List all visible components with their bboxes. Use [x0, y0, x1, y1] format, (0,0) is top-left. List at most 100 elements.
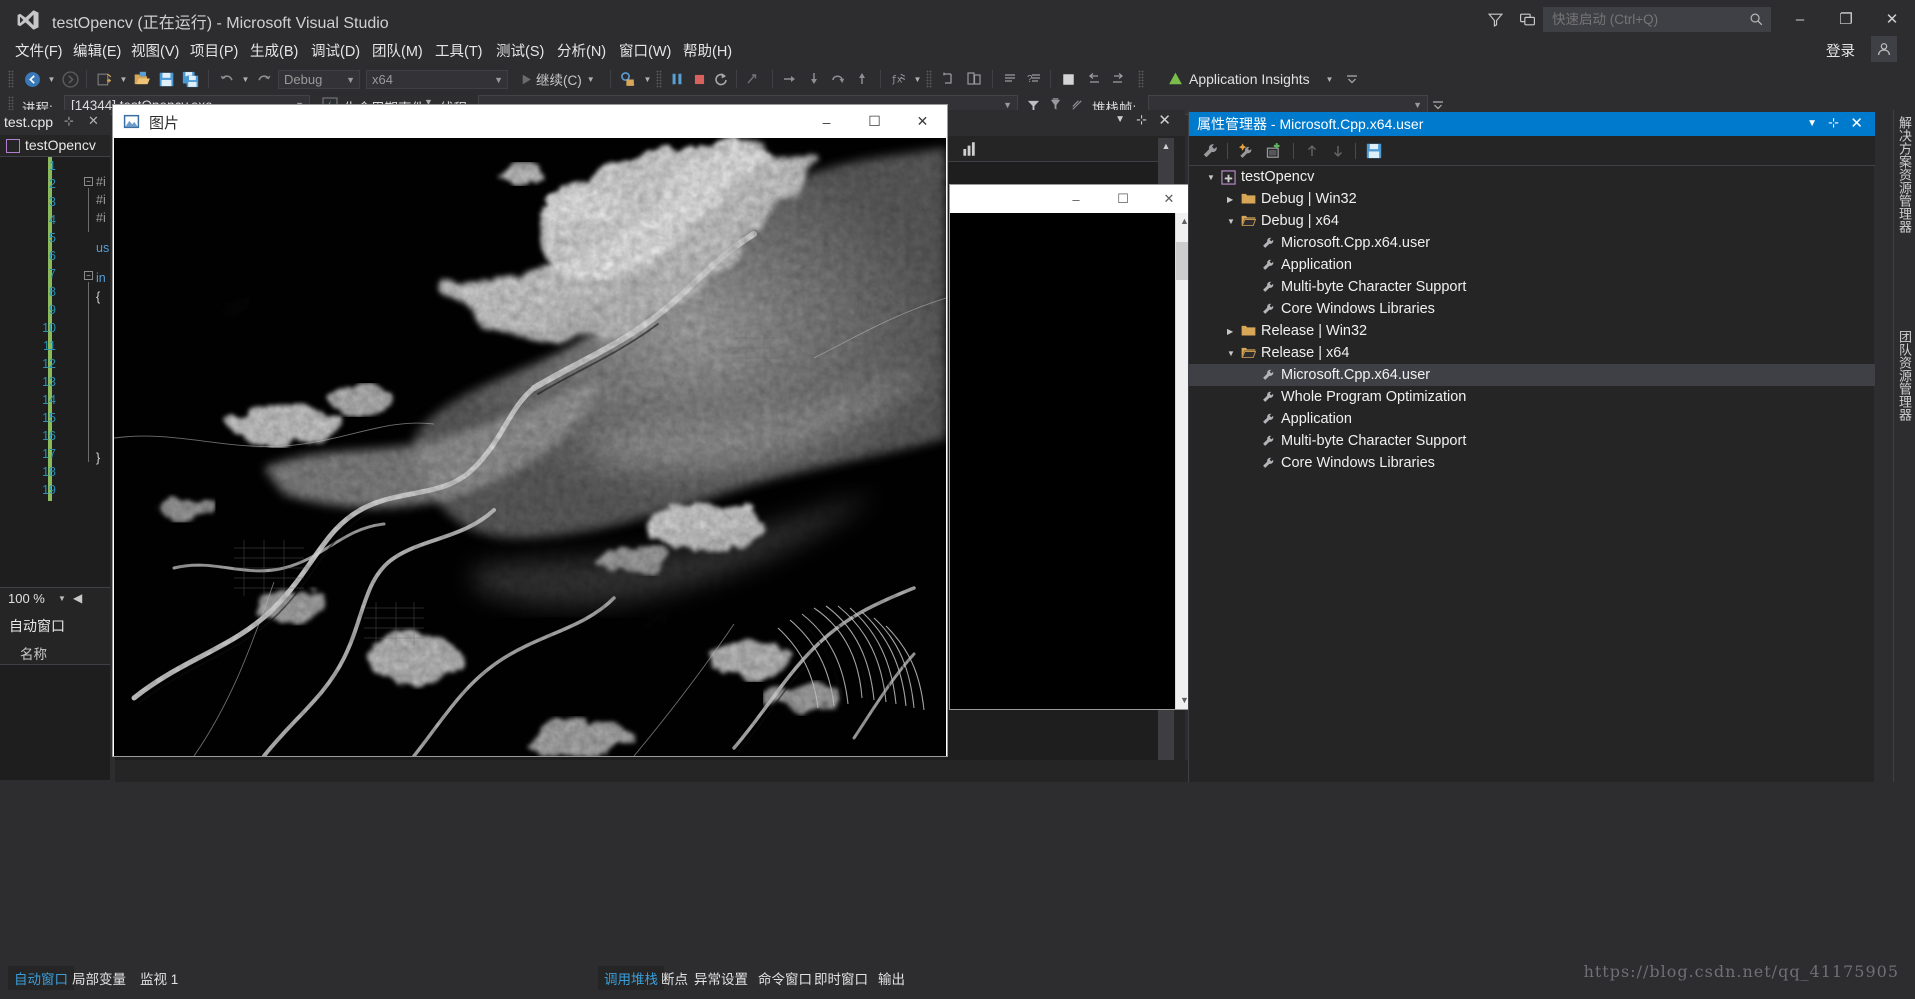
comment-icon[interactable]: [998, 69, 1022, 89]
undo-dropdown[interactable]: ▼: [238, 69, 250, 89]
chevron-right-icon[interactable]: ▶: [1227, 195, 1233, 204]
hex-dropdown[interactable]: ▼: [910, 69, 922, 89]
bottom-tab-right-6[interactable]: 输出: [878, 968, 905, 992]
restart-icon[interactable]: [710, 69, 732, 89]
bottom-tab-right-5[interactable]: 即时窗口: [814, 968, 868, 992]
property-manager-tree[interactable]: ▼ testOpencv ▶ Debug | Win32 ▼ Debug | x64 Mic…: [1189, 166, 1875, 782]
tree-item[interactable]: ▼ Release | x64: [1189, 342, 1875, 364]
console-maximize-button[interactable]: ☐: [1100, 185, 1146, 213]
quick-launch-box[interactable]: [1543, 6, 1771, 32]
navigate-back-dropdown[interactable]: ▼: [44, 69, 56, 89]
tree-item[interactable]: Microsoft.Cpp.x64.user: [1189, 232, 1875, 254]
add-new-project-property-sheet-icon[interactable]: [1263, 141, 1285, 161]
code-text-area[interactable]: − − #i #i #i us in { } 1 2 3 4 5 6 7 8 9 10 11 12 13…: [0, 157, 110, 587]
console-minimize-button[interactable]: –: [1053, 185, 1099, 213]
menu-5[interactable]: 生成(B): [243, 40, 305, 64]
chevron-down-icon[interactable]: ▼: [1227, 217, 1235, 226]
sign-in-link[interactable]: 登录: [1826, 40, 1855, 61]
restore-button[interactable]: ❐: [1823, 0, 1869, 38]
tree-item[interactable]: ▶ Debug | Win32: [1189, 188, 1875, 210]
bookmark-icon[interactable]: [1056, 69, 1080, 89]
tree-item[interactable]: Microsoft.Cpp.x64.user: [1189, 364, 1875, 386]
show-next-statement-icon[interactable]: [742, 69, 766, 89]
bottom-tab-right-4[interactable]: 命令窗口: [758, 968, 812, 992]
autohide-tab-solution-explorer[interactable]: 解决方案资源管理器: [1896, 116, 1914, 233]
bottom-tab-right-1[interactable]: 调用堆栈: [598, 966, 664, 990]
tree-item[interactable]: Multi-byte Character Support: [1189, 430, 1875, 452]
menu-12[interactable]: 帮助(H): [676, 40, 739, 64]
image-minimize-button[interactable]: –: [803, 105, 850, 138]
bottom-tab-right-3[interactable]: 异常设置: [694, 968, 748, 992]
close-icon[interactable]: ✕: [1158, 111, 1171, 129]
properties-icon[interactable]: [1199, 141, 1221, 161]
toolbar-overflow-icon[interactable]: [1345, 69, 1359, 89]
menu-9[interactable]: 测试(S): [489, 40, 551, 64]
continue-button[interactable]: 继续(C) ▼: [536, 69, 595, 89]
step-out-icon[interactable]: [826, 69, 850, 89]
outline-collapse-icon[interactable]: −: [84, 271, 93, 280]
attach-dropdown[interactable]: ▼: [640, 69, 652, 89]
image-close-button[interactable]: ✕: [899, 105, 946, 138]
undo-icon[interactable]: [214, 69, 238, 89]
scroll-left-icon[interactable]: ◀: [73, 591, 82, 605]
menu-3[interactable]: 视图(V): [124, 40, 186, 64]
chevron-down-icon[interactable]: ▼: [58, 594, 66, 603]
redo-icon[interactable]: [252, 69, 276, 89]
pause-icon[interactable]: [666, 69, 688, 89]
step-over-icon[interactable]: [802, 69, 826, 89]
chevron-down-icon[interactable]: ▼: [1207, 173, 1215, 182]
outline-collapse-icon[interactable]: −: [84, 177, 93, 186]
scroll-up-icon[interactable]: ▲: [1158, 138, 1174, 154]
new-project-dropdown[interactable]: ▼: [116, 69, 128, 89]
tree-item[interactable]: Whole Program Optimization: [1189, 386, 1875, 408]
minimize-button[interactable]: –: [1777, 0, 1823, 38]
add-property-sheet-icon[interactable]: [1235, 141, 1257, 161]
menu-2[interactable]: 编辑(E): [66, 40, 128, 64]
navigate-forward-icon[interactable]: [58, 69, 82, 89]
tree-item[interactable]: ▶ Release | Win32: [1189, 320, 1875, 342]
pin-icon[interactable]: ⊹: [1136, 112, 1147, 128]
uncomment-icon[interactable]: ?: [1022, 69, 1046, 89]
feedback-icon[interactable]: [1479, 0, 1511, 38]
zoom-level-value[interactable]: 100 %: [8, 591, 45, 606]
play-icon[interactable]: [516, 69, 536, 89]
solution-platforms[interactable]: x64 ▼: [366, 70, 508, 89]
application-insights-icon[interactable]: [1164, 69, 1186, 89]
close-icon[interactable]: ✕: [1850, 114, 1863, 132]
move-up-icon[interactable]: [1301, 141, 1323, 161]
chevron-right-icon[interactable]: ▶: [1227, 327, 1233, 336]
navigate-back-icon[interactable]: [20, 69, 44, 89]
menu-11[interactable]: 窗口(W): [612, 40, 678, 64]
menu-1[interactable]: 文件(F): [8, 40, 70, 64]
navbar-project-label[interactable]: testOpencv: [25, 137, 96, 153]
tree-item[interactable]: Application: [1189, 254, 1875, 276]
close-icon[interactable]: ✕: [88, 113, 99, 129]
save-icon[interactable]: [154, 69, 178, 89]
bottom-tab-left-1[interactable]: 自动窗口: [8, 966, 74, 990]
stop-icon[interactable]: [688, 69, 710, 89]
menu-7[interactable]: 团队(M): [365, 40, 430, 64]
memory-view-icon[interactable]: [960, 140, 978, 163]
hex-display-icon[interactable]: ƒx: [886, 69, 910, 89]
call-stack-icon[interactable]: [962, 69, 986, 89]
next-bookmark-icon[interactable]: [1106, 69, 1130, 89]
chevron-down-icon[interactable]: ▼: [494, 75, 503, 85]
tree-item[interactable]: ▼ testOpencv: [1189, 166, 1875, 188]
save-icon[interactable]: [1363, 141, 1385, 161]
save-all-icon[interactable]: [178, 69, 202, 89]
chevron-down-icon[interactable]: ▼: [1413, 100, 1422, 110]
image-window-title-bar[interactable]: 图片 – ☐ ✕: [113, 105, 947, 138]
bottom-tab-right-2[interactable]: 断点: [661, 968, 688, 992]
chevron-down-icon[interactable]: ▼: [587, 75, 595, 84]
chevron-down-icon[interactable]: ▼: [1003, 100, 1012, 110]
chevron-down-icon[interactable]: ▼: [1227, 349, 1235, 358]
app-insights-dropdown[interactable]: ▼: [1322, 69, 1334, 89]
toolbar-grip[interactable]: [8, 70, 14, 88]
pin-icon[interactable]: ⊹: [64, 114, 74, 128]
quick-launch-input[interactable]: [1544, 11, 1730, 27]
pin-icon[interactable]: ⊹: [1828, 115, 1839, 131]
autohide-tab-team-explorer[interactable]: 团队资源管理器: [1896, 330, 1914, 421]
close-button[interactable]: ✕: [1869, 0, 1915, 38]
tab-test-cpp[interactable]: test.cpp: [4, 110, 53, 135]
bottom-tab-left-2[interactable]: 局部变量: [72, 968, 126, 992]
